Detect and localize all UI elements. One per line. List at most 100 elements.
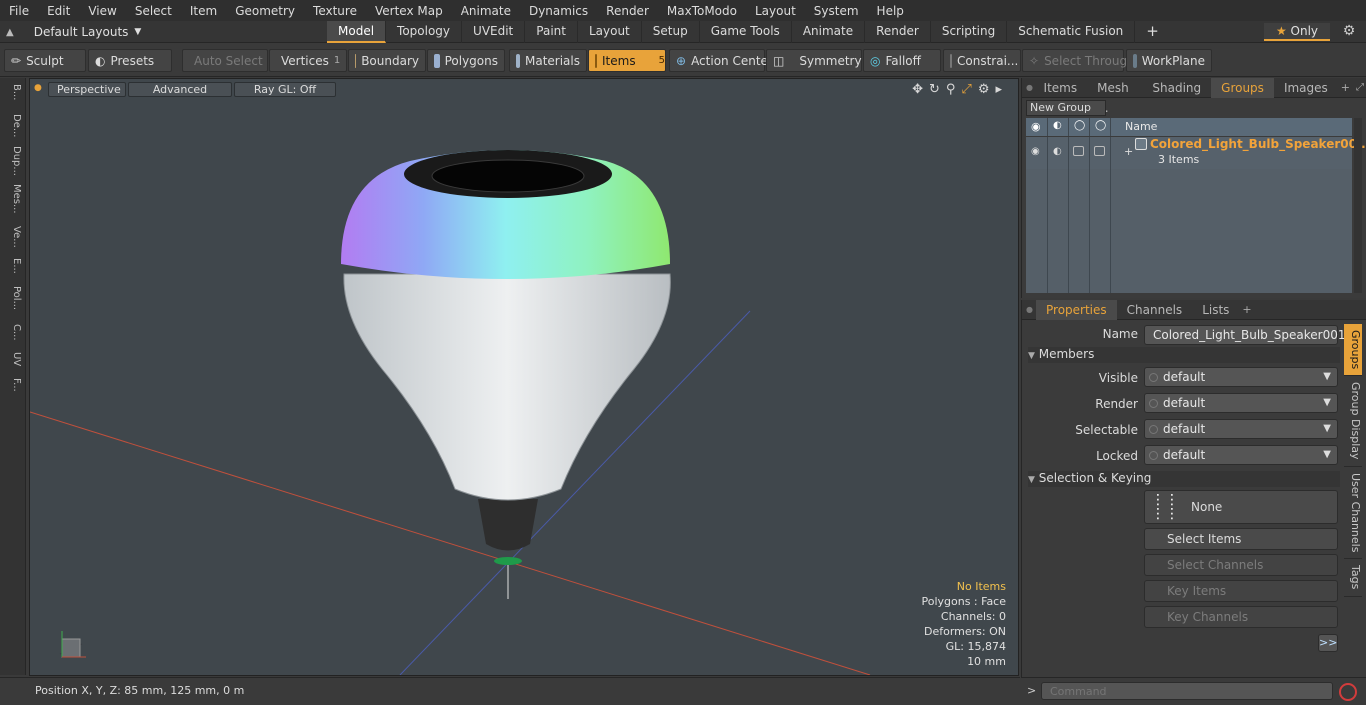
tab-groups[interactable]: Groups — [1211, 77, 1274, 98]
items-button[interactable]: Items 5 — [588, 49, 666, 72]
none-button[interactable]: ⋮⋮ ⋮⋮ None — [1144, 490, 1338, 524]
menu-item[interactable]: Item — [181, 4, 226, 18]
tab-mesh[interactable]: Mesh ... — [1087, 78, 1142, 115]
tab-schematic-fusion[interactable]: Schematic Fusion — [1007, 21, 1136, 43]
strip-tab-fusion[interactable]: F... — [4, 378, 22, 392]
add-tab-icon[interactable]: + — [1338, 81, 1353, 94]
eye-toggle-icon[interactable]: ◉ — [1031, 146, 1040, 157]
menu-maxtomodo[interactable]: MaxToModo — [658, 4, 746, 18]
tab-animate[interactable]: Animate — [792, 21, 866, 43]
tab-lists[interactable]: Lists — [1192, 300, 1239, 320]
vertices-button[interactable]: Vertices 1 — [269, 49, 347, 72]
3d-viewport[interactable]: ● Perspective Advanced Ray GL: Off ✥ ↻ ⚲… — [29, 78, 1019, 676]
add-tab-icon[interactable]: + — [1135, 21, 1170, 43]
tab-images[interactable]: Images — [1274, 78, 1338, 98]
tab-scripting[interactable]: Scripting — [931, 21, 1008, 43]
select-through-button[interactable]: ✧ Select Through — [1022, 49, 1135, 72]
tab-shading[interactable]: Shading — [1142, 78, 1211, 98]
workplane-button[interactable]: WorkPlane — [1126, 49, 1212, 72]
viewport-menu-icon[interactable]: ▸ — [995, 82, 1002, 97]
sculpt-button[interactable]: ✏ Sculpt — [4, 49, 86, 72]
raygl-button[interactable]: Ray GL: Off — [234, 82, 336, 97]
key-items-button[interactable]: Key Items — [1144, 580, 1338, 602]
strip-tab-polygon[interactable]: Pol... — [4, 286, 22, 310]
groups-scrollbar[interactable] — [1354, 118, 1362, 293]
tab-model[interactable]: Model — [327, 21, 387, 43]
menu-help[interactable]: Help — [868, 4, 913, 18]
tab-channels[interactable]: Channels — [1117, 300, 1193, 320]
new-group-button[interactable]: New Group — [1026, 100, 1106, 116]
menu-select[interactable]: Select — [126, 4, 181, 18]
gear-icon[interactable]: ⚙ — [1340, 23, 1358, 41]
strip-tab-basic[interactable]: B... — [4, 84, 22, 100]
visible-select[interactable]: default ▼ — [1144, 367, 1338, 387]
expand-icon[interactable]: ⤢ — [1353, 82, 1366, 93]
add-tab-icon[interactable]: + — [1239, 303, 1254, 316]
vtab-groups[interactable]: Groups — [1344, 324, 1362, 377]
strip-tab-vertex[interactable]: Ve... — [4, 226, 22, 248]
members-section[interactable]: ▼ Members — [1028, 347, 1340, 363]
tab-setup[interactable]: Setup — [642, 21, 700, 43]
expand-plus-icon[interactable]: + — [1124, 145, 1133, 158]
key-channels-button[interactable]: Key Channels — [1144, 606, 1338, 628]
action-center-button[interactable]: ⊕ Action Center — [669, 49, 773, 72]
select-items-button[interactable]: Select Items — [1144, 528, 1338, 550]
materials-button[interactable]: Materials — [509, 49, 587, 72]
layout-selector[interactable]: ▲ Default Layouts ▼ — [6, 23, 141, 41]
strip-tab-curve[interactable]: C... — [4, 324, 22, 341]
vtab-group-display[interactable]: Group Display — [1344, 376, 1362, 467]
viewport-gear-icon[interactable]: ⚙ — [978, 82, 990, 97]
menu-system[interactable]: System — [805, 4, 868, 18]
only-button[interactable]: ★ Only — [1264, 23, 1330, 41]
menu-geometry[interactable]: Geometry — [226, 4, 304, 18]
maximize-icon[interactable]: ⤢ — [961, 82, 971, 97]
strip-tab-uv[interactable]: UV — [4, 352, 22, 366]
presets-button[interactable]: ◐ Presets — [88, 49, 172, 72]
tab-items[interactable]: Items — [1034, 78, 1088, 98]
command-input[interactable] — [1041, 682, 1333, 700]
tab-uvedit[interactable]: UVEdit — [462, 21, 526, 43]
group-row[interactable]: ◉ ◐ + Colored_Light_Bulb_Speaker00 ... 3… — [1026, 137, 1366, 169]
more-button[interactable]: >> — [1318, 634, 1338, 652]
strip-tab-mesh[interactable]: Mes... — [4, 184, 22, 214]
menu-dynamics[interactable]: Dynamics — [520, 4, 597, 18]
vtab-tags[interactable]: Tags — [1344, 559, 1362, 597]
zoom-icon[interactable]: ⚲ — [946, 82, 956, 97]
select-toggle-icon[interactable] — [1094, 146, 1105, 156]
boundary-button[interactable]: Boundary — [348, 49, 426, 72]
rotate-view-icon[interactable]: ↻ — [929, 82, 940, 97]
symmetry-button[interactable]: ◫ Symmetry — [766, 49, 862, 72]
advanced-button[interactable]: Advanced — [128, 82, 232, 97]
polygons-button[interactable]: Polygons — [427, 49, 505, 72]
menu-animate[interactable]: Animate — [452, 4, 520, 18]
move-view-icon[interactable]: ✥ — [912, 82, 923, 97]
menu-vertex-map[interactable]: Vertex Map — [366, 4, 452, 18]
locked-select[interactable]: default ▼ — [1144, 445, 1338, 465]
falloff-button[interactable]: ◎ Falloff — [863, 49, 941, 72]
menu-view[interactable]: View — [79, 4, 125, 18]
tab-topology[interactable]: Topology — [386, 21, 463, 43]
menu-render[interactable]: Render — [597, 4, 658, 18]
strip-tab-duplicate[interactable]: Dup... — [4, 146, 22, 176]
selectable-select[interactable]: default ▼ — [1144, 419, 1338, 439]
name-field[interactable]: Colored_Light_Bulb_Speaker001 (3) — [1144, 325, 1346, 360]
select-channels-button[interactable]: Select Channels — [1144, 554, 1338, 576]
tab-game-tools[interactable]: Game Tools — [700, 21, 792, 43]
render-select[interactable]: default ▼ — [1144, 393, 1338, 413]
menu-layout[interactable]: Layout — [746, 4, 805, 18]
selection-keying-section[interactable]: ▼ Selection & Keying — [1028, 471, 1340, 487]
tab-properties[interactable]: Properties — [1036, 299, 1117, 320]
tab-paint[interactable]: Paint — [525, 21, 578, 43]
strip-tab-edge[interactable]: E... — [4, 258, 22, 274]
vtab-user-channels[interactable]: User Channels — [1344, 467, 1362, 560]
perspective-button[interactable]: Perspective — [48, 82, 126, 97]
lock-toggle-icon[interactable] — [1073, 146, 1084, 156]
tab-layout[interactable]: Layout — [578, 21, 642, 43]
strip-tab-deform[interactable]: De... — [4, 114, 22, 137]
constraints-button[interactable]: Constrai... — [943, 49, 1021, 72]
render-toggle-icon[interactable]: ◐ — [1053, 146, 1062, 157]
menu-file[interactable]: File — [0, 4, 38, 18]
tab-render[interactable]: Render — [865, 21, 931, 43]
menu-edit[interactable]: Edit — [38, 4, 79, 18]
record-icon[interactable] — [1339, 683, 1357, 701]
